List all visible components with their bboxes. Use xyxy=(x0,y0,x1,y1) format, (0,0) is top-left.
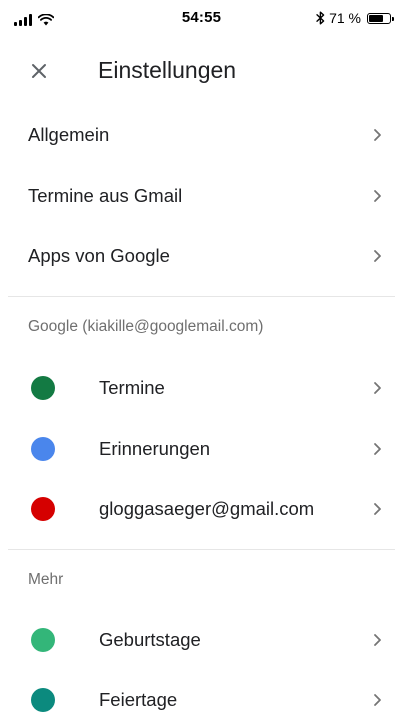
page-title: Einstellungen xyxy=(98,57,237,83)
chevron-right-icon xyxy=(374,443,381,455)
calendar-row-birthdays[interactable]: Geburtstage xyxy=(0,612,403,668)
calendar-row-termine[interactable]: Termine xyxy=(0,360,403,416)
app-header: Einstellungen xyxy=(0,48,403,92)
account-section-header: Google (kiakille@googlemail.com) xyxy=(28,318,264,335)
row-label: Geburtstage xyxy=(99,629,201,650)
calendar-row-reminders[interactable]: Erinnerungen xyxy=(0,421,403,477)
chevron-right-icon xyxy=(374,129,381,141)
section-divider xyxy=(8,296,395,297)
settings-row-gmail-events[interactable]: Termine aus Gmail xyxy=(0,168,403,224)
calendar-color-dot xyxy=(31,376,55,400)
settings-row-google-apps[interactable]: Apps von Google xyxy=(0,228,403,284)
status-bar: 54:55 71 % xyxy=(0,0,403,36)
calendar-color-dot xyxy=(31,497,55,521)
row-label: Termine xyxy=(99,377,165,398)
battery-icon xyxy=(367,12,394,24)
battery-percentage: 71 % xyxy=(329,10,361,26)
section-divider xyxy=(8,549,395,550)
chevron-right-icon xyxy=(374,250,381,262)
chevron-right-icon xyxy=(374,694,381,706)
chevron-right-icon xyxy=(374,634,381,646)
calendar-row-holidays[interactable]: Feiertage xyxy=(0,672,403,713)
settings-screen: 54:55 71 % Einstellungen Allgemein Termi… xyxy=(0,0,403,713)
more-section-header: Mehr xyxy=(28,571,64,588)
row-label: Feiertage xyxy=(99,689,178,710)
calendar-color-dot xyxy=(31,628,55,652)
chevron-right-icon xyxy=(374,503,381,515)
bluetooth-icon xyxy=(316,11,325,25)
row-label: Apps von Google xyxy=(28,245,170,266)
settings-row-general[interactable]: Allgemein xyxy=(0,107,403,163)
row-label: gloggasaeger@gmail.com xyxy=(99,498,315,519)
chevron-right-icon xyxy=(374,190,381,202)
close-icon[interactable] xyxy=(26,58,52,84)
battery-fill xyxy=(369,14,383,22)
row-label: Allgemein xyxy=(28,124,110,145)
calendar-color-dot xyxy=(31,688,55,712)
calendar-row-gmail-account[interactable]: gloggasaeger@gmail.com xyxy=(0,481,403,537)
status-right: 71 % xyxy=(316,10,394,26)
row-label: Erinnerungen xyxy=(99,438,211,459)
calendar-color-dot xyxy=(31,437,55,461)
row-label: Termine aus Gmail xyxy=(28,185,183,206)
chevron-right-icon xyxy=(374,382,381,394)
